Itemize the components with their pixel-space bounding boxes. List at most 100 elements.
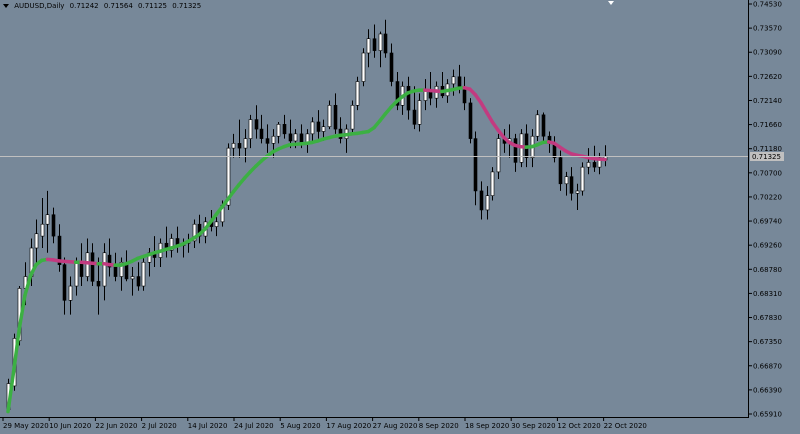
current-price-text: 0.71325: [752, 153, 781, 161]
candle-body: [276, 124, 281, 137]
candle-body: [406, 85, 411, 111]
candle-body: [231, 143, 236, 149]
dropdown-triangle-icon[interactable]: [3, 4, 9, 8]
candle-body: [389, 52, 394, 82]
candle-body: [102, 252, 107, 287]
price-tick-label: 0.68310: [753, 290, 782, 298]
candle-body: [361, 52, 366, 82]
candle-body: [130, 276, 135, 280]
candle-body: [293, 133, 298, 142]
ohlc-low: 0.71125: [138, 2, 167, 10]
time-tick-label: 17 Aug 2020: [326, 422, 371, 430]
price-tick-label: 0.65910: [753, 411, 782, 419]
price-tick-label: 0.70700: [753, 169, 782, 177]
candle-body: [214, 221, 219, 227]
price-tick-label: 0.66870: [753, 362, 782, 370]
candle-body: [327, 105, 332, 128]
time-tick-label: 24 Jul 2020: [234, 422, 274, 430]
candle-body: [321, 126, 326, 132]
candle-body: [479, 190, 484, 211]
time-tick-label: 27 Aug 2020: [373, 422, 418, 430]
ohlc-open: 0.71242: [69, 2, 99, 10]
candle-body: [96, 280, 101, 287]
candle-body: [378, 33, 383, 51]
time-tick-label: 22 Jun 2020: [95, 422, 137, 430]
time-tick-label: 10 Jun 2020: [49, 422, 91, 430]
symbol-timeframe: AUDUSD,Daily: [14, 2, 65, 10]
candle-body: [113, 266, 118, 277]
candle-body: [485, 195, 490, 211]
candle-body: [282, 124, 287, 135]
candle-body: [366, 38, 371, 54]
candle-body: [310, 121, 315, 135]
price-tick-label: 0.69260: [753, 242, 782, 250]
candle-body: [316, 121, 321, 132]
candle-body: [271, 135, 276, 144]
candle-body: [124, 264, 129, 280]
price-tick-label: 0.66390: [753, 386, 782, 394]
time-axis-border: [0, 417, 749, 418]
chart-window[interactable]: 0.74530 0.73570 0.73090 0.72620 0.72140 0.716…: [0, 0, 800, 434]
candle-body: [580, 166, 585, 192]
price-tick-label: 0.69740: [753, 218, 782, 226]
time-tick-label: 18 Sep 2020: [465, 422, 509, 430]
candle-body: [423, 90, 428, 101]
candle-body: [265, 138, 270, 144]
candle-body: [136, 276, 141, 287]
candle-body: [383, 33, 388, 54]
price-tick-label: 0.67350: [753, 338, 782, 346]
candle-body: [417, 100, 422, 125]
time-axis[interactable]: 29 May 2020 10 Jun 2020 22 Jun 2020 2 Jul 2…: [2, 417, 647, 430]
candle-body: [451, 76, 456, 85]
candle-body: [243, 138, 248, 149]
price-tick-label: 0.73090: [753, 49, 782, 57]
price-tick-label: 0.73570: [753, 25, 782, 33]
candle-body: [592, 162, 597, 168]
price-tick-label: 0.68780: [753, 266, 782, 274]
price-axis-border: [748, 0, 749, 417]
candle-body: [254, 119, 259, 130]
price-tick-label: 0.72620: [753, 73, 782, 81]
current-price-label: 0.71325: [750, 152, 784, 161]
candle-body: [513, 138, 518, 163]
chart-header: AUDUSD,Daily 0.71242 0.71564 0.71125 0.7…: [3, 2, 204, 10]
candle-body: [586, 162, 591, 168]
price-tick-label: 0.71660: [753, 121, 782, 129]
candle-body: [288, 133, 293, 142]
candle-body: [248, 119, 253, 139]
price-tick-label: 0.74530: [753, 1, 782, 9]
price-chart[interactable]: 0.74530 0.73570 0.73090 0.72620 0.72140 0.716…: [0, 0, 800, 434]
time-tick-label: 22 Oct 2020: [604, 422, 647, 430]
price-tick-label: 0.72140: [753, 97, 782, 105]
candle-body: [473, 138, 478, 192]
candle-body: [558, 157, 563, 185]
candle-body: [412, 109, 417, 125]
chart-collapse-icon[interactable]: [606, 0, 616, 6]
candle-body: [45, 214, 50, 225]
price-tick-label: 0.70220: [753, 193, 782, 201]
candle-body: [569, 176, 574, 194]
time-tick-label: 14 Jul 2020: [188, 422, 228, 430]
candle-body: [462, 88, 467, 104]
candle-body: [564, 176, 569, 185]
candle-body: [259, 128, 264, 139]
candle-body: [350, 105, 355, 130]
candle-body: [51, 214, 56, 237]
price-axis[interactable]: 0.74530 0.73570 0.73090 0.72620 0.72140 0.716…: [748, 1, 782, 419]
candle-body: [372, 38, 377, 51]
price-tick-label: 0.67830: [753, 314, 782, 322]
candle-body: [468, 102, 473, 139]
candle-body: [62, 264, 67, 301]
candle-body: [40, 223, 45, 237]
candle-body: [541, 114, 546, 137]
candle-body: [141, 261, 146, 287]
candle-body: [74, 261, 79, 287]
candle-body: [237, 143, 242, 149]
time-tick-label: 2 Jul 2020: [142, 422, 177, 430]
time-tick-label: 5 Aug 2020: [280, 422, 320, 430]
time-tick-label: 12 Oct 2020: [557, 422, 600, 430]
candle-body: [333, 105, 338, 130]
time-tick-label: 30 Sep 2020: [511, 422, 555, 430]
candle-body: [85, 252, 90, 277]
ohlc-close: 0.71325: [172, 2, 202, 10]
